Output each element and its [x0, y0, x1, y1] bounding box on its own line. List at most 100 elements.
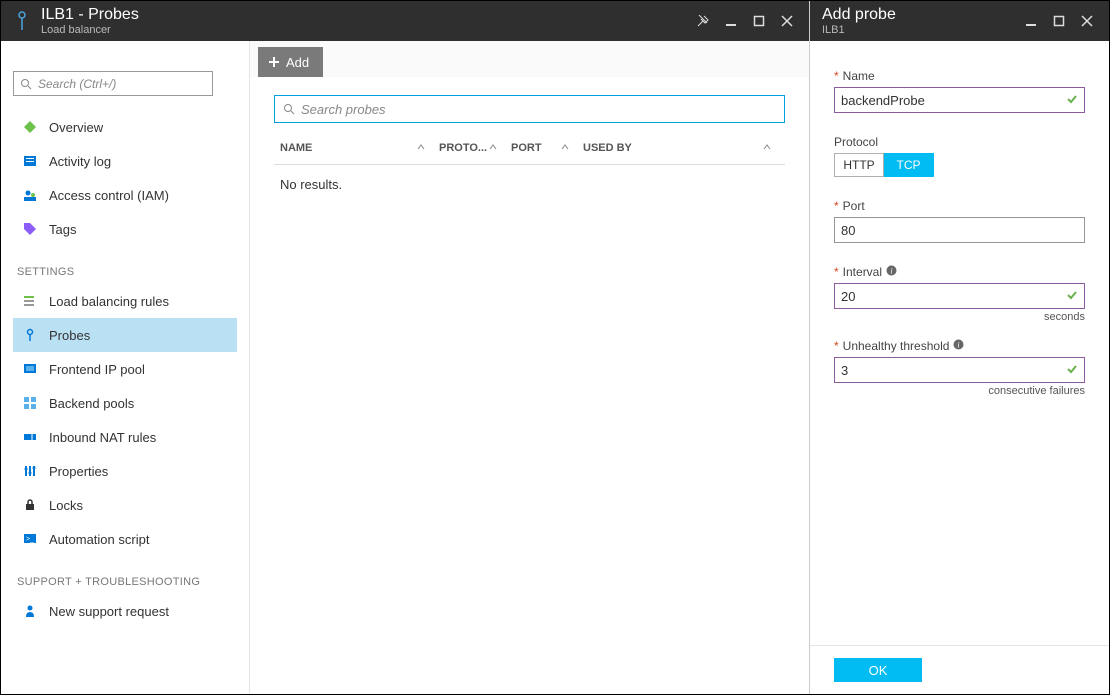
interval-label: *Interval i: [834, 265, 1085, 279]
main-content: Add Search probes NAME: [250, 41, 809, 694]
sidebar-item-label: Overview: [49, 120, 103, 135]
sort-caret-icon: [561, 142, 583, 154]
inbound-nat-icon: [19, 430, 41, 444]
frontend-ip-icon: [19, 362, 41, 376]
minimize-icon[interactable]: [717, 7, 745, 35]
protocol-option-http[interactable]: HTTP: [834, 153, 884, 177]
add-button[interactable]: Add: [258, 47, 323, 77]
port-value: 80: [841, 223, 855, 238]
sidebar-item-label: Frontend IP pool: [49, 362, 145, 377]
sidebar-item-label: Tags: [49, 222, 76, 237]
sidebar-item-label: Activity log: [49, 154, 111, 169]
sidebar-item-lb-rules[interactable]: Load balancing rules: [13, 284, 237, 318]
maximize-icon[interactable]: [745, 7, 773, 35]
close-icon[interactable]: [1073, 7, 1101, 35]
sidebar-item-automation[interactable]: >_ Automation script: [13, 522, 237, 556]
interval-value: 20: [841, 289, 855, 304]
sidebar-section-support: Support + Troubleshooting: [17, 576, 237, 588]
sidebar-item-label: Inbound NAT rules: [49, 430, 156, 445]
svg-text:i: i: [890, 267, 892, 276]
add-button-label: Add: [286, 55, 309, 70]
protocol-label: Protocol: [834, 135, 1085, 149]
tags-icon: [19, 222, 41, 236]
overview-icon: [19, 120, 41, 134]
search-icon: [20, 78, 32, 90]
sidebar-item-label: Access control (IAM): [49, 188, 169, 203]
sidebar-item-label: New support request: [49, 604, 169, 619]
interval-input[interactable]: 20: [834, 283, 1085, 309]
search-icon: [283, 103, 295, 115]
sidebar-item-label: Locks: [49, 498, 83, 513]
sidebar-item-label: Backend pools: [49, 396, 134, 411]
sidebar-item-label: Properties: [49, 464, 108, 479]
blade-title: ILB1 - Probes: [41, 6, 139, 24]
minimize-icon[interactable]: [1017, 7, 1045, 35]
name-input[interactable]: backendProbe: [834, 87, 1085, 113]
sidebar-search-placeholder: Search (Ctrl+/): [38, 77, 116, 91]
sidebar-search[interactable]: Search (Ctrl+/): [13, 71, 213, 96]
sidebar-item-access-control[interactable]: Access control (IAM): [13, 178, 237, 212]
sidebar: Search (Ctrl+/) Overview Activity log: [1, 41, 250, 694]
sidebar-item-new-support[interactable]: New support request: [13, 594, 237, 628]
ok-button[interactable]: OK: [834, 658, 922, 682]
check-icon: [1066, 363, 1078, 378]
sidebar-item-locks[interactable]: Locks: [13, 488, 237, 522]
threshold-input[interactable]: 3: [834, 357, 1085, 383]
port-label: *Port: [834, 199, 1085, 213]
right-blade-titlebar: Add probe ILB1: [810, 1, 1109, 41]
column-name[interactable]: NAME: [274, 142, 439, 154]
svg-text:i: i: [958, 341, 960, 350]
grid-empty-text: No results.: [274, 165, 785, 204]
automation-icon: >_: [19, 532, 41, 546]
sidebar-item-activity-log[interactable]: Activity log: [13, 144, 237, 178]
plus-icon: [268, 56, 280, 68]
sidebar-item-inbound-nat[interactable]: Inbound NAT rules: [13, 420, 237, 454]
sidebar-item-overview[interactable]: Overview: [13, 110, 237, 144]
threshold-label: *Unhealthy threshold i: [834, 339, 1085, 353]
sidebar-item-probes[interactable]: Probes: [13, 318, 237, 352]
sort-caret-icon: [417, 142, 439, 154]
right-blade-subtitle: ILB1: [822, 24, 896, 36]
sidebar-item-properties[interactable]: Properties: [13, 454, 237, 488]
grid-header: NAME PROTO... PORT: [274, 131, 785, 165]
sidebar-item-frontend-ip[interactable]: Frontend IP pool: [13, 352, 237, 386]
info-icon[interactable]: i: [953, 339, 964, 353]
sidebar-item-label: Load balancing rules: [49, 294, 169, 309]
protocol-option-tcp[interactable]: TCP: [884, 153, 934, 177]
threshold-hint: consecutive failures: [834, 385, 1085, 397]
port-input[interactable]: 80: [834, 217, 1085, 243]
svg-text:>_: >_: [26, 536, 34, 543]
lb-rules-icon: [19, 294, 41, 308]
sidebar-item-label: Automation script: [49, 532, 149, 547]
threshold-value: 3: [841, 363, 848, 378]
column-protocol[interactable]: PROTO...: [439, 142, 511, 154]
search-probes-input[interactable]: Search probes: [274, 95, 785, 123]
column-port[interactable]: PORT: [511, 142, 583, 154]
sidebar-item-backend-pools[interactable]: Backend pools: [13, 386, 237, 420]
properties-icon: [19, 464, 41, 478]
right-blade: Add probe ILB1 *Name backendProbe: [810, 1, 1109, 694]
maximize-icon[interactable]: [1045, 7, 1073, 35]
interval-hint: seconds: [834, 311, 1085, 323]
sidebar-item-tags[interactable]: Tags: [13, 212, 237, 246]
load-balancer-icon: [11, 11, 33, 31]
close-icon[interactable]: [773, 7, 801, 35]
sort-caret-icon: [763, 142, 785, 154]
access-control-icon: [19, 188, 41, 202]
locks-icon: [19, 498, 41, 512]
right-blade-footer: OK: [810, 645, 1109, 694]
pin-icon[interactable]: [689, 7, 717, 35]
info-icon[interactable]: i: [886, 265, 897, 279]
right-blade-title: Add probe: [822, 6, 896, 24]
left-blade-titlebar: ILB1 - Probes Load balancer: [1, 1, 809, 41]
name-value: backendProbe: [841, 93, 925, 108]
name-label: *Name: [834, 69, 1085, 83]
blade-subtitle: Load balancer: [41, 24, 139, 36]
column-used-by[interactable]: USED BY: [583, 142, 785, 154]
search-probes-placeholder: Search probes: [301, 102, 386, 117]
ok-button-label: OK: [869, 663, 888, 678]
sidebar-section-settings: Settings: [17, 266, 237, 278]
protocol-segmented: HTTP TCP: [834, 153, 1085, 177]
activity-log-icon: [19, 154, 41, 168]
check-icon: [1066, 93, 1078, 108]
